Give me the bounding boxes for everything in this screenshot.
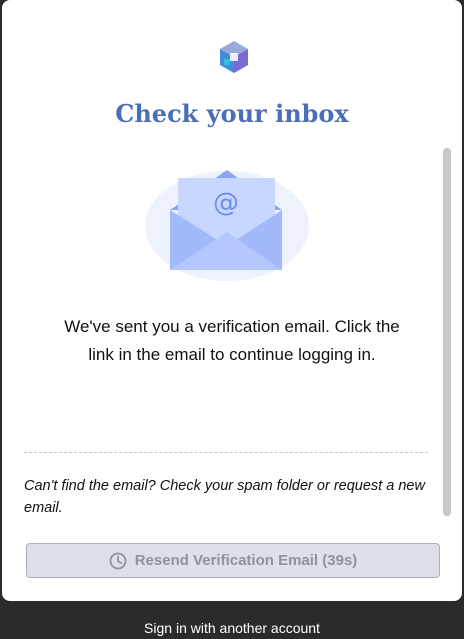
at-symbol: @ <box>213 188 239 218</box>
scrollbar-thumb[interactable] <box>443 148 451 516</box>
divider <box>24 452 428 453</box>
clock-icon <box>109 552 127 569</box>
sign-in-another-account-link[interactable]: Sign in with another account <box>0 620 464 636</box>
verification-card: Check your inbox @ We've sent you a veri… <box>2 0 462 601</box>
page-title: Check your inbox <box>115 99 349 128</box>
spam-hint-text: Can't find the email? Check your spam fo… <box>24 478 425 516</box>
resend-button-label: Resend Verification Email (39s) <box>134 552 358 569</box>
resend-verification-button[interactable]: Resend Verification Email (39s) <box>26 543 440 578</box>
cube-logo-icon <box>220 41 248 73</box>
envelope-icon: @ <box>145 170 309 281</box>
verification-message: We've sent you a verification email. Cli… <box>64 317 400 364</box>
